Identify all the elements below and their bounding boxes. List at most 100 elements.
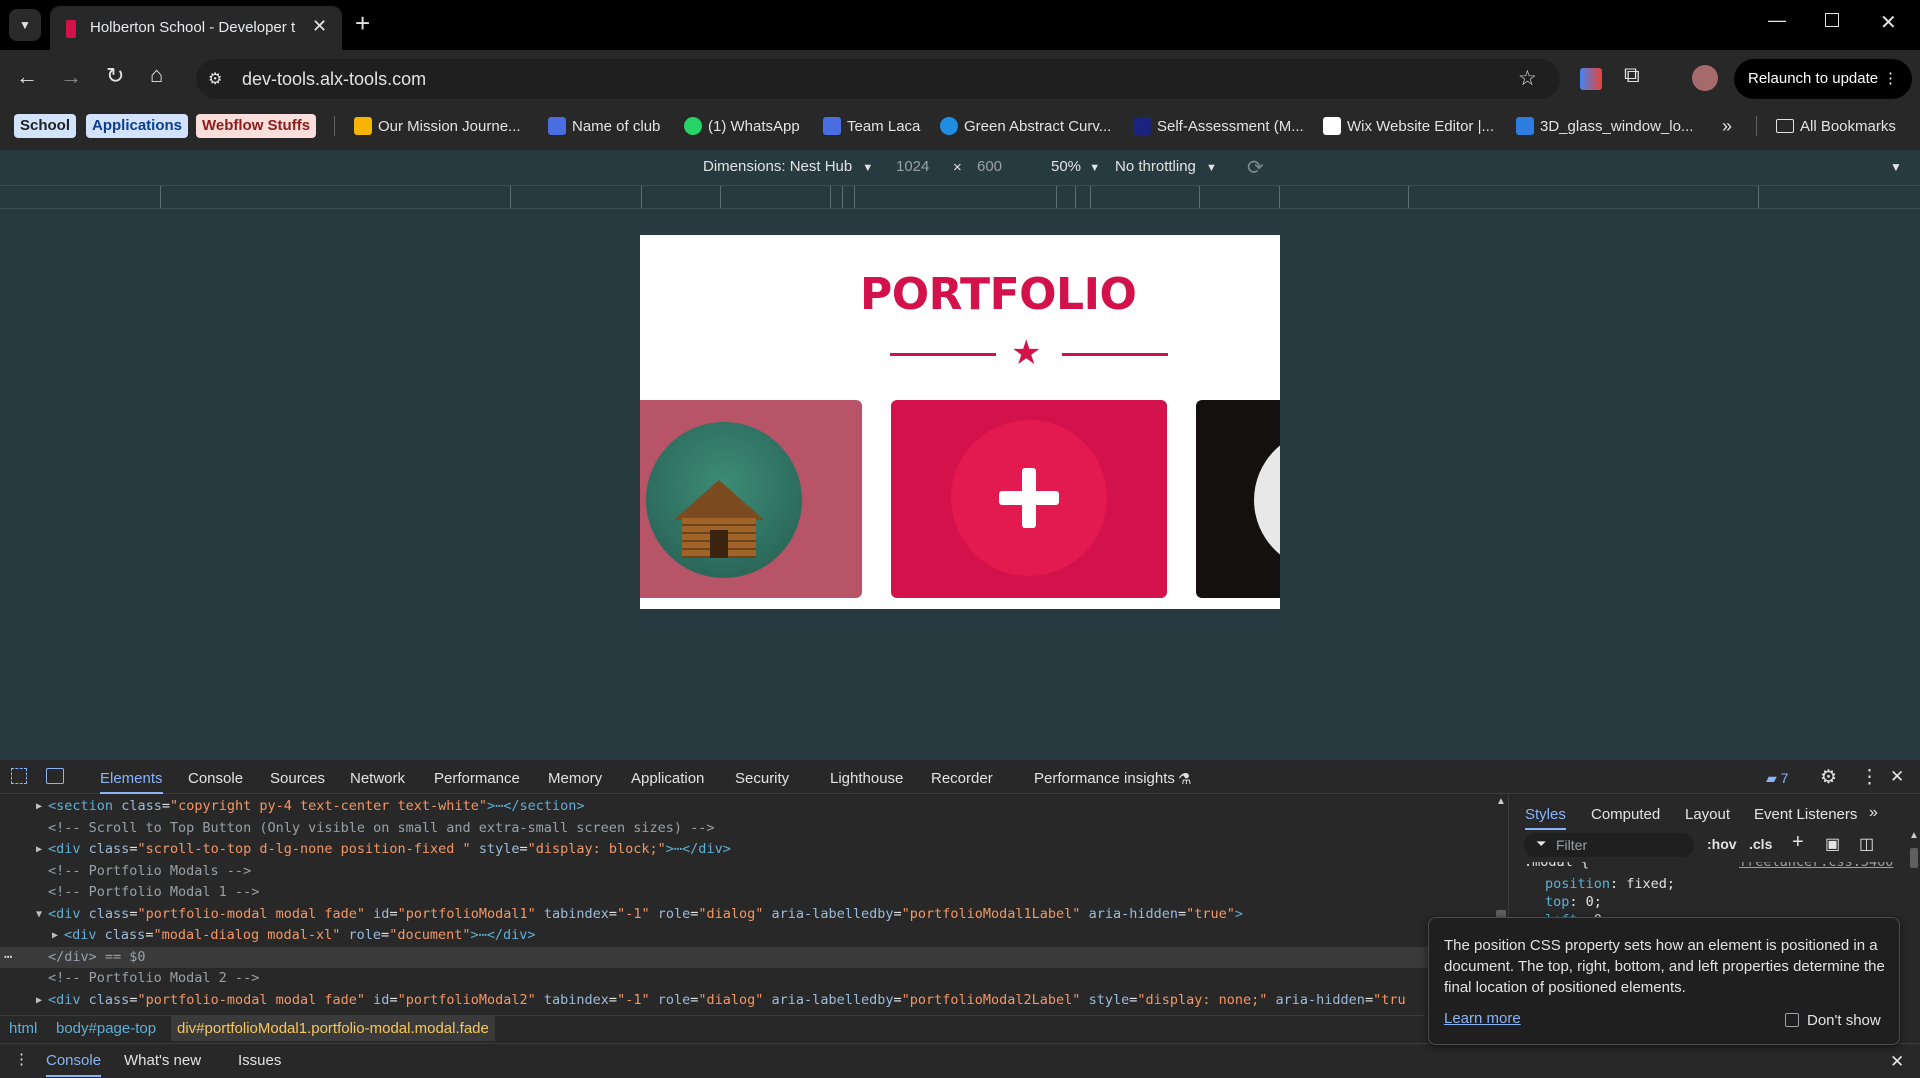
dont-show-checkbox[interactable] [1785, 1013, 1799, 1027]
ruler-tick[interactable] [720, 186, 721, 208]
dom-node-line[interactable]: ▶ <div class="modal-dialog modal-xl" role… [0, 925, 1492, 946]
collapsed-arrow-icon[interactable]: ▶ [36, 990, 42, 1011]
paint-icon[interactable]: ▣ [1825, 834, 1840, 854]
bookmark-star-icon[interactable]: ☆ [1518, 66, 1537, 91]
bookmark-item[interactable]: Team Laca [823, 114, 920, 138]
back-button[interactable]: ← [16, 64, 38, 90]
bookmark-item[interactable]: Name of club [548, 114, 660, 138]
avatar[interactable] [1692, 65, 1718, 91]
css-declaration[interactable]: position: fixed; [1545, 876, 1675, 892]
dom-node-line[interactable]: ▶ <div class="scroll-to-top d-lg-none pos… [0, 839, 1492, 860]
dom-node-line[interactable]: ▶ <section class="copyright py-4 text-cen… [0, 796, 1492, 817]
dom-node-line[interactable]: <!-- Portfolio Modal 1 --> [0, 882, 1492, 903]
devtools-tab[interactable]: Performance insights [1034, 770, 1175, 787]
bookmark-item[interactable]: Our Mission Journe... [354, 114, 521, 138]
home-button[interactable]: ⌂ [150, 62, 163, 88]
collapsed-arrow-icon[interactable]: ▶ [36, 796, 42, 817]
learn-more-link[interactable]: Learn more [1444, 1010, 1521, 1027]
ruler-tick[interactable] [842, 186, 843, 208]
devtools-tab[interactable]: Network [350, 770, 405, 787]
drawer-tab[interactable]: What's new [124, 1052, 201, 1069]
bookmark-item[interactable]: Wix Website Editor |... [1323, 114, 1494, 138]
portfolio-item-cabin[interactable] [640, 400, 862, 598]
styles-filter-input[interactable]: ⏷ Filter [1524, 833, 1694, 857]
styles-scrollbar[interactable]: ▲ [1907, 830, 1920, 1014]
dimensions-dropdown[interactable]: Dimensions: Nest Hub ▼ [703, 158, 873, 175]
tab-search-button[interactable]: ▼ [9, 9, 41, 41]
hov-toggle[interactable]: :hov [1707, 836, 1737, 852]
css-declaration[interactable]: top: 0; [1545, 894, 1602, 910]
issues-badge[interactable]: ▰ 7 [1766, 770, 1788, 787]
ruler-tick[interactable] [830, 186, 831, 208]
height-input[interactable]: 600 [977, 158, 1002, 175]
zoom-dropdown[interactable]: 50% ▼ [1051, 158, 1100, 175]
width-input[interactable]: 1024 [896, 158, 929, 175]
minimize-button[interactable]: — [1768, 10, 1786, 31]
styles-tab[interactable]: Event Listeners [1754, 806, 1857, 823]
dom-node-line[interactable]: <!-- Portfolio Modals --> [0, 861, 1492, 882]
inspect-element-icon[interactable] [11, 768, 27, 784]
ruler-tick[interactable] [160, 186, 161, 208]
dom-node-line[interactable]: <!-- Portfolio Modal 2 --> [0, 968, 1492, 989]
drawer-tab[interactable]: Issues [238, 1052, 281, 1069]
node-actions-icon[interactable]: ⋯ [4, 947, 12, 968]
drawer-close-icon[interactable]: ✕ [1890, 1052, 1904, 1072]
bookmark-chip[interactable]: School [14, 114, 77, 138]
ruler-tick[interactable] [1090, 186, 1091, 208]
reload-button[interactable]: ↻ [106, 63, 124, 89]
devtools-tab[interactable]: Console [188, 770, 243, 787]
relaunch-button[interactable]: Relaunch to update ⋮ [1734, 59, 1912, 99]
bookmark-item[interactable]: (1) WhatsApp [684, 114, 800, 138]
breadcrumb-body[interactable]: body#page-top [56, 1020, 156, 1037]
forward-button[interactable]: → [60, 64, 82, 90]
dom-node-line[interactable]: ⋯ </div> == $0 [0, 946, 1492, 968]
devtools-tab[interactable]: Memory [548, 770, 602, 787]
ruler-tick[interactable] [641, 186, 642, 208]
styles-tab[interactable]: Styles [1525, 806, 1566, 830]
portfolio-item-overlay[interactable] [891, 400, 1167, 598]
css-source-link[interactable]: freelancer.css:5460 [1739, 862, 1893, 870]
devtools-tab[interactable]: Elements [100, 770, 163, 794]
expanded-arrow-icon[interactable]: ▼ [36, 904, 42, 925]
devtools-tab[interactable]: Performance [434, 770, 520, 787]
address-bar[interactable]: ⚙ dev-tools.alx-tools.com ☆ [196, 59, 1560, 99]
settings-gear-icon[interactable]: ⚙ [1820, 766, 1837, 789]
extensions-puzzle-icon[interactable]: ⧉ [1624, 62, 1640, 88]
bookmark-item[interactable]: Green Abstract Curv... [940, 114, 1111, 138]
dom-node-line[interactable]: <!-- Scroll to Top Button (Only visible … [0, 818, 1492, 839]
dom-node-line[interactable]: ▼ <div class="portfolio-modal modal fade"… [0, 904, 1492, 925]
device-options-icon[interactable]: ▼ [1890, 160, 1902, 174]
ruler-tick[interactable] [1408, 186, 1409, 208]
cls-toggle[interactable]: .cls [1749, 836, 1772, 852]
drawer-menu-icon[interactable]: ⋮ [14, 1050, 29, 1068]
devtools-tab[interactable]: Recorder [931, 770, 993, 787]
maximize-button[interactable] [1825, 13, 1839, 27]
ruler-tick[interactable] [510, 186, 511, 208]
collapsed-arrow-icon[interactable]: ▶ [52, 925, 58, 946]
rotate-icon[interactable]: ⟳ [1247, 155, 1264, 180]
all-bookmarks-button[interactable]: All Bookmarks [1776, 114, 1896, 138]
bookmark-item[interactable]: Self-Assessment (M... [1133, 114, 1304, 138]
devtools-close-icon[interactable]: ✕ [1890, 767, 1904, 787]
portfolio-item-dark[interactable] [1196, 400, 1280, 598]
devtools-tab[interactable]: Sources [270, 770, 325, 787]
devtools-tab[interactable]: Security [735, 770, 789, 787]
new-tab-button[interactable]: + [355, 8, 370, 39]
close-window-button[interactable]: ✕ [1880, 10, 1897, 35]
ruler-tick[interactable] [1279, 186, 1280, 208]
browser-tab[interactable]: Holberton School - Developer t ✕ [50, 6, 342, 50]
styles-tab[interactable]: Computed [1591, 806, 1660, 823]
styles-tab[interactable]: Layout [1685, 806, 1730, 823]
ruler-tick[interactable] [1056, 186, 1057, 208]
ruler-tick[interactable] [1199, 186, 1200, 208]
styles-more-icon[interactable]: » [1869, 804, 1878, 822]
devtools-menu-icon[interactable]: ⋮ [1860, 766, 1879, 789]
collapsed-arrow-icon[interactable]: ▶ [36, 839, 42, 860]
extension-icon[interactable] [1580, 68, 1602, 90]
devtools-tab[interactable]: Lighthouse [830, 770, 903, 787]
throttling-dropdown[interactable]: No throttling ▼ [1115, 158, 1217, 175]
breadcrumb-selected[interactable]: div#portfolioModal1.portfolio-modal.moda… [171, 1016, 495, 1041]
bookmark-chip[interactable]: Applications [86, 114, 189, 138]
new-rule-icon[interactable]: + [1792, 831, 1804, 854]
sidebar-toggle-icon[interactable]: ◫ [1859, 834, 1874, 854]
